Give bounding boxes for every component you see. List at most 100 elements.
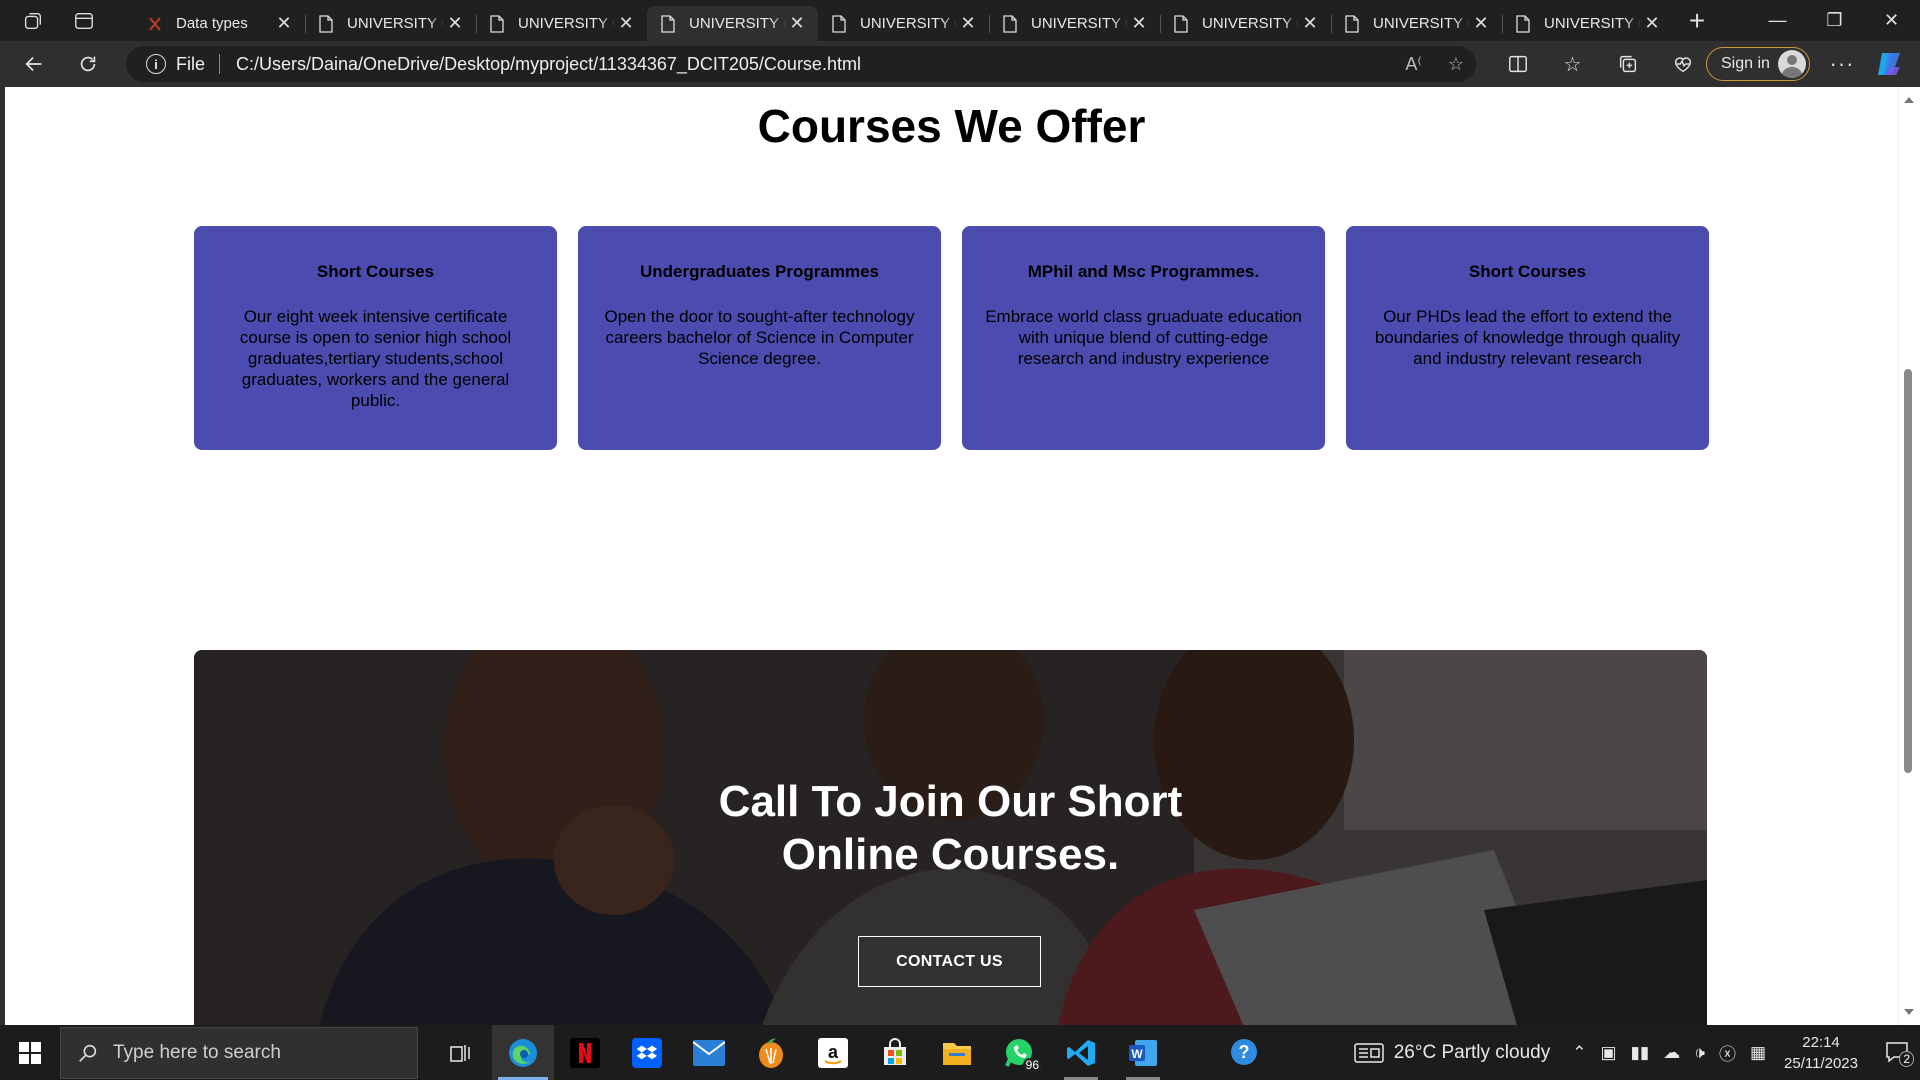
close-tab-icon[interactable]: ✕ bbox=[1128, 13, 1150, 35]
more-options-icon[interactable]: ··· bbox=[1822, 45, 1862, 83]
mail-icon[interactable] bbox=[678, 1025, 740, 1080]
browser-tab[interactable]: UNIVERSITY OF✕ bbox=[989, 6, 1160, 41]
page-icon bbox=[1514, 14, 1532, 33]
chevron-up-icon[interactable]: ⌃ bbox=[1572, 1043, 1586, 1063]
file-explorer-icon[interactable] bbox=[926, 1025, 988, 1080]
collections-icon[interactable] bbox=[1600, 45, 1655, 83]
new-tab-button[interactable]: + bbox=[1677, 3, 1717, 38]
course-card: Short Courses Our eight week intensive ce… bbox=[194, 226, 557, 450]
browser-tab[interactable]: UNIVERSITY OF✕ bbox=[818, 6, 989, 41]
site-info-icon[interactable]: i bbox=[146, 54, 166, 74]
store-icon[interactable] bbox=[864, 1025, 926, 1080]
tab-actions-icon[interactable] bbox=[63, 0, 104, 41]
banner-heading-line-2: Online Courses. bbox=[781, 830, 1120, 879]
task-view-icon[interactable] bbox=[430, 1025, 492, 1080]
tab-list: Data types✕UNIVERSITY OF✕UNIVERSITY OF✕U… bbox=[134, 0, 1673, 41]
sign-in-button[interactable]: Sign in bbox=[1706, 47, 1810, 81]
close-tab-icon[interactable]: ✕ bbox=[1299, 13, 1321, 35]
scroll-down-icon[interactable] bbox=[1904, 1009, 1914, 1015]
weather-text: 26°C Partly cloudy bbox=[1393, 1041, 1551, 1063]
vscode-icon[interactable] bbox=[1050, 1025, 1112, 1080]
address-bar-actions: A⁽ ☆ bbox=[1405, 46, 1464, 82]
help-icon[interactable]: ? bbox=[1214, 1025, 1276, 1080]
favorite-star-icon[interactable]: ☆ bbox=[1448, 54, 1464, 75]
browser-tab[interactable]: UNIVERSITY OF✕ bbox=[476, 6, 647, 41]
banner-heading: Call To Join Our Short Online Courses. bbox=[194, 775, 1707, 881]
meet-now-icon[interactable]: ▣ bbox=[1600, 1043, 1616, 1063]
browser-essentials-icon[interactable] bbox=[1655, 45, 1710, 83]
taskbar-apps: a 96 W ? bbox=[430, 1025, 1276, 1080]
tab-title: UNIVERSITY OF bbox=[1373, 15, 1470, 32]
course-card-title: MPhil and Msc Programmes. bbox=[1027, 262, 1260, 281]
course-card-description: Embrace world class gruaduate education … bbox=[985, 307, 1302, 368]
taskbar-search[interactable]: Type here to search bbox=[60, 1026, 418, 1079]
security-alert-icon[interactable]: ⓧ bbox=[1719, 1040, 1736, 1065]
scrollbar-thumb[interactable] bbox=[1904, 369, 1912, 773]
browser-tab[interactable]: UNIVERSITY OF✕ bbox=[1331, 6, 1502, 41]
browser-tab[interactable]: UNIVERSITY OF✕ bbox=[1502, 6, 1673, 41]
netflix-icon[interactable] bbox=[554, 1025, 616, 1080]
clock-time: 22:14 bbox=[1802, 1033, 1840, 1051]
edge-icon[interactable] bbox=[492, 1025, 554, 1080]
dropbox-icon[interactable] bbox=[616, 1025, 678, 1080]
volume-icon[interactable]: 🕩 bbox=[1694, 1043, 1705, 1063]
browser-tab-strip: Data types✕UNIVERSITY OF✕UNIVERSITY OF✕U… bbox=[0, 0, 1920, 41]
windows-logo-icon bbox=[19, 1041, 41, 1064]
browser-tab[interactable]: UNIVERSITY OF✕ bbox=[305, 6, 476, 41]
browser-tab[interactable]: UNIVERSITY OF✕ bbox=[647, 6, 818, 41]
scroll-up-icon[interactable] bbox=[1904, 97, 1914, 103]
page-icon bbox=[830, 14, 848, 33]
course-card: MPhil and Msc Programmes. Embrace world c… bbox=[962, 226, 1325, 450]
minimize-button[interactable]: — bbox=[1749, 0, 1806, 41]
page-icon bbox=[1343, 14, 1361, 33]
close-tab-icon[interactable]: ✕ bbox=[957, 13, 979, 35]
battery-icon[interactable]: ▮▮ bbox=[1631, 1043, 1650, 1063]
search-placeholder: Type here to search bbox=[113, 1041, 281, 1063]
back-button[interactable] bbox=[13, 45, 55, 83]
toolbar-icons: ☆ bbox=[1490, 45, 1710, 83]
read-aloud-icon[interactable]: A⁽ bbox=[1405, 54, 1421, 75]
url-text[interactable]: C:/Users/Daina/OneDrive/Desktop/myprojec… bbox=[236, 54, 861, 75]
page-scrollbar[interactable] bbox=[1898, 87, 1920, 1025]
course-card-title: Short Courses bbox=[1468, 262, 1587, 281]
sign-in-label: Sign in bbox=[1721, 55, 1770, 72]
network-off-icon[interactable]: ☁ bbox=[1663, 1043, 1680, 1063]
browser-tab[interactable]: UNIVERSITY OF✕ bbox=[1160, 6, 1331, 41]
clock[interactable]: 22:14 25/11/2023 bbox=[1784, 1032, 1858, 1074]
window-controls: — ❐ ✕ bbox=[1749, 0, 1920, 41]
close-tab-icon[interactable]: ✕ bbox=[615, 13, 637, 35]
split-screen-icon[interactable] bbox=[1490, 45, 1545, 83]
contact-us-button[interactable]: CONTACT US bbox=[858, 936, 1041, 987]
start-button[interactable] bbox=[0, 1025, 60, 1080]
amazon-icon[interactable]: a bbox=[802, 1025, 864, 1080]
refresh-button[interactable] bbox=[67, 45, 109, 83]
whatsapp-icon[interactable]: 96 bbox=[988, 1025, 1050, 1080]
page-icon bbox=[1172, 14, 1190, 33]
close-tab-icon[interactable]: ✕ bbox=[786, 13, 808, 35]
close-tab-icon[interactable]: ✕ bbox=[444, 13, 466, 35]
page-icon bbox=[659, 14, 677, 33]
close-tab-icon[interactable]: ✕ bbox=[273, 13, 295, 35]
course-card-description: Open the door to sought-after technology… bbox=[604, 307, 915, 368]
tab-title: UNIVERSITY OF bbox=[1544, 15, 1641, 32]
tab-title: Data types bbox=[176, 15, 248, 32]
search-icon bbox=[79, 1044, 97, 1062]
workspaces-icon[interactable] bbox=[12, 0, 53, 41]
notifications-icon[interactable]: 2 bbox=[1876, 1041, 1920, 1067]
copilot-icon[interactable] bbox=[1872, 47, 1906, 81]
address-bar[interactable]: i File C:/Users/Daina/OneDrive/Desktop/m… bbox=[126, 46, 1476, 82]
restore-button[interactable]: ❐ bbox=[1806, 0, 1863, 41]
close-tab-icon[interactable]: ✕ bbox=[1641, 13, 1663, 35]
svg-text:?: ? bbox=[1239, 1042, 1250, 1062]
page-icon bbox=[1001, 14, 1019, 33]
close-window-button[interactable]: ✕ bbox=[1863, 0, 1920, 41]
browser-tab[interactable]: Data types ✕ bbox=[134, 6, 305, 41]
weather-widget[interactable]: 26°C Partly cloudy bbox=[1353, 1041, 1551, 1064]
page-title: Courses We Offer bbox=[757, 100, 1146, 152]
favorites-icon[interactable]: ☆ bbox=[1545, 45, 1600, 83]
input-method-icon[interactable]: ▦ bbox=[1750, 1043, 1766, 1063]
close-tab-icon[interactable]: ✕ bbox=[1470, 13, 1492, 35]
tab-title: UNIVERSITY OF bbox=[860, 15, 957, 32]
fl-studio-icon[interactable] bbox=[740, 1025, 802, 1080]
word-icon[interactable]: W bbox=[1112, 1025, 1174, 1080]
